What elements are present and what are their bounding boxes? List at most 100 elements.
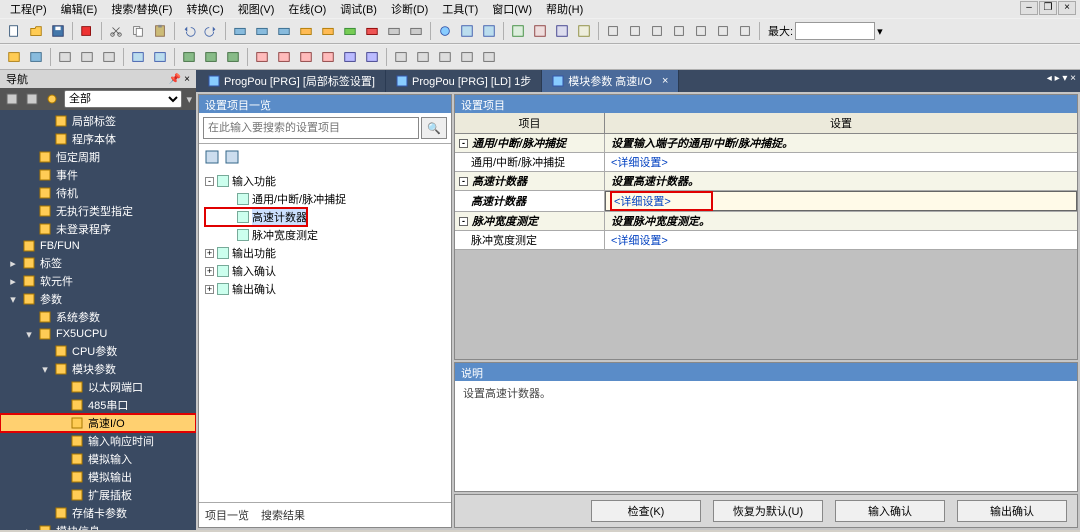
new-icon[interactable]	[4, 21, 24, 41]
toolbar-icon[interactable]	[530, 21, 550, 41]
toolbar-icon[interactable]	[603, 21, 623, 41]
check-button[interactable]: 检查(K)	[591, 500, 701, 522]
close-button[interactable]: ×	[1058, 1, 1076, 15]
menu-help[interactable]: 帮助(H)	[540, 0, 589, 18]
restore-button[interactable]: ❐	[1039, 1, 1057, 15]
row-value[interactable]: <详细设置>	[605, 191, 1077, 211]
toolbar-icon[interactable]	[362, 21, 382, 41]
grid-row[interactable]: -高速计数器设置高速计数器。	[455, 172, 1077, 191]
toolbar-icon[interactable]	[735, 21, 755, 41]
toolbar-icon[interactable]	[150, 47, 170, 67]
nav-item[interactable]: 恒定周期	[0, 148, 196, 166]
expand-icon[interactable]: ▾	[8, 293, 18, 306]
settings-tree[interactable]: -输入功能通用/中断/脉冲捕捉高速计数器脉冲宽度测定+输出功能+输入确认+输出确…	[205, 172, 445, 298]
menu-debug[interactable]: 调试(B)	[334, 0, 383, 18]
settings-tree-item[interactable]: 高速计数器	[205, 208, 307, 226]
toolbar-icon[interactable]	[99, 47, 119, 67]
nav-tree[interactable]: 局部标签程序本体恒定周期事件待机无执行类型指定未登录程序FB/FUN▸标签▸软元…	[0, 110, 196, 530]
toolbar-icon[interactable]	[4, 47, 24, 67]
toolbar-icon[interactable]	[479, 47, 499, 67]
dropdown-icon[interactable]: ▾	[877, 25, 883, 38]
tab[interactable]: 模块参数 高速I/O×	[542, 70, 679, 92]
nav-item[interactable]: 无执行类型指定	[0, 202, 196, 220]
nav-item[interactable]: 输入响应时间	[0, 432, 196, 450]
expand-icon[interactable]: +	[205, 249, 214, 258]
grid-row[interactable]: -通用/中断/脉冲捕捉设置输入端子的通用/中断/脉冲捕捉。	[455, 134, 1077, 153]
nav-item[interactable]: CPU参数	[0, 342, 196, 360]
nav-filter-dropdown[interactable]: 全部	[64, 90, 182, 108]
toolbar-icon[interactable]	[296, 21, 316, 41]
nav-item[interactable]: FB/FUN	[0, 238, 196, 254]
toolbar-icon[interactable]	[669, 21, 689, 41]
grid-row[interactable]: -脉冲宽度测定设置脉冲宽度测定。	[455, 212, 1077, 231]
search-button[interactable]: 🔍	[421, 117, 447, 139]
expand-icon[interactable]: +	[205, 285, 214, 294]
footer-tab-results[interactable]: 搜索结果	[261, 507, 305, 523]
expand-icon[interactable]: -	[459, 139, 468, 148]
save-icon[interactable]	[48, 21, 68, 41]
toolbar-icon[interactable]	[574, 21, 594, 41]
toolbar-icon[interactable]	[318, 21, 338, 41]
settings-tree-item[interactable]: 脉冲宽度测定	[205, 226, 445, 244]
nav-item[interactable]: ▾FX5UCPU	[0, 326, 196, 342]
toolbar-icon[interactable]	[647, 21, 667, 41]
toolbar-icon[interactable]	[457, 47, 477, 67]
nav-tb-icon[interactable]	[4, 91, 20, 107]
paste-icon[interactable]	[150, 21, 170, 41]
pin-icon[interactable]: 📌 ×	[169, 74, 190, 85]
nav-item[interactable]: 系统参数	[0, 308, 196, 326]
output-confirm-button[interactable]: 输出确认	[957, 500, 1067, 522]
toolbar-icon[interactable]	[128, 47, 148, 67]
nav-item[interactable]: ▾参数	[0, 290, 196, 308]
cut-icon[interactable]	[106, 21, 126, 41]
nav-item[interactable]: 以太网端口	[0, 378, 196, 396]
expand-icon[interactable]: ▸	[8, 275, 18, 288]
expand-icon[interactable]: -	[459, 217, 468, 226]
nav-tb-icon[interactable]	[24, 91, 40, 107]
settings-tree-item[interactable]: +输出确认	[205, 280, 445, 298]
expand-icon[interactable]: ▸	[8, 257, 18, 270]
toolbar-icon[interactable]	[179, 47, 199, 67]
toolbar-icon[interactable]	[230, 21, 250, 41]
zoom-input[interactable]	[795, 22, 875, 40]
toolbar-icon[interactable]	[340, 47, 360, 67]
nav-item[interactable]: 模拟输入	[0, 450, 196, 468]
toolbar-icon[interactable]	[274, 47, 294, 67]
menu-tool[interactable]: 工具(T)	[436, 0, 484, 18]
toolbar-icon[interactable]	[274, 21, 294, 41]
nav-item[interactable]: ▸软元件	[0, 272, 196, 290]
toolbar-icon[interactable]	[252, 21, 272, 41]
detail-link[interactable]: <详细设置>	[611, 235, 668, 247]
nav-item[interactable]: 局部标签	[0, 112, 196, 130]
collapse-all-icon[interactable]	[225, 150, 241, 166]
toolbar-icon[interactable]	[384, 21, 404, 41]
tab-scroll-controls[interactable]: ◂ ▸ ▾ ×	[1047, 73, 1076, 84]
toolbar-icon[interactable]	[55, 47, 75, 67]
restore-default-button[interactable]: 恢复为默认(U)	[713, 500, 823, 522]
toolbar-icon[interactable]	[340, 21, 360, 41]
nav-item[interactable]: 模拟输出	[0, 468, 196, 486]
open-icon[interactable]	[26, 21, 46, 41]
nav-item[interactable]: 扩展插板	[0, 486, 196, 504]
settings-tree-item[interactable]: -输入功能	[205, 172, 445, 190]
nav-item[interactable]: 事件	[0, 166, 196, 184]
grid-row[interactable]: 高速计数器<详细设置>	[455, 191, 1077, 212]
menu-find[interactable]: 搜索/替换(F)	[105, 0, 178, 18]
toolbar-icon[interactable]	[223, 47, 243, 67]
menu-convert[interactable]: 转换(C)	[180, 0, 229, 18]
redo-icon[interactable]	[201, 21, 221, 41]
tab[interactable]: ProgPou [PRG] [LD] 1步	[386, 70, 542, 92]
settings-tree-item[interactable]: +输入确认	[205, 262, 445, 280]
toolbar-icon[interactable]	[252, 47, 272, 67]
nav-item[interactable]: ▾模块参数	[0, 360, 196, 378]
menu-online[interactable]: 在线(O)	[282, 0, 332, 18]
tab[interactable]: ProgPou [PRG] [局部标签设置]	[198, 70, 386, 92]
minimize-button[interactable]: –	[1020, 1, 1038, 15]
grid-row[interactable]: 脉冲宽度测定<详细设置>	[455, 231, 1077, 250]
toolbar-icon[interactable]	[413, 47, 433, 67]
copy-icon[interactable]	[128, 21, 148, 41]
settings-tree-item[interactable]: 通用/中断/脉冲捕捉	[205, 190, 445, 208]
menu-diag[interactable]: 诊断(D)	[385, 0, 434, 18]
settings-search-input[interactable]	[203, 117, 419, 139]
menu-edit[interactable]: 编辑(E)	[55, 0, 104, 18]
